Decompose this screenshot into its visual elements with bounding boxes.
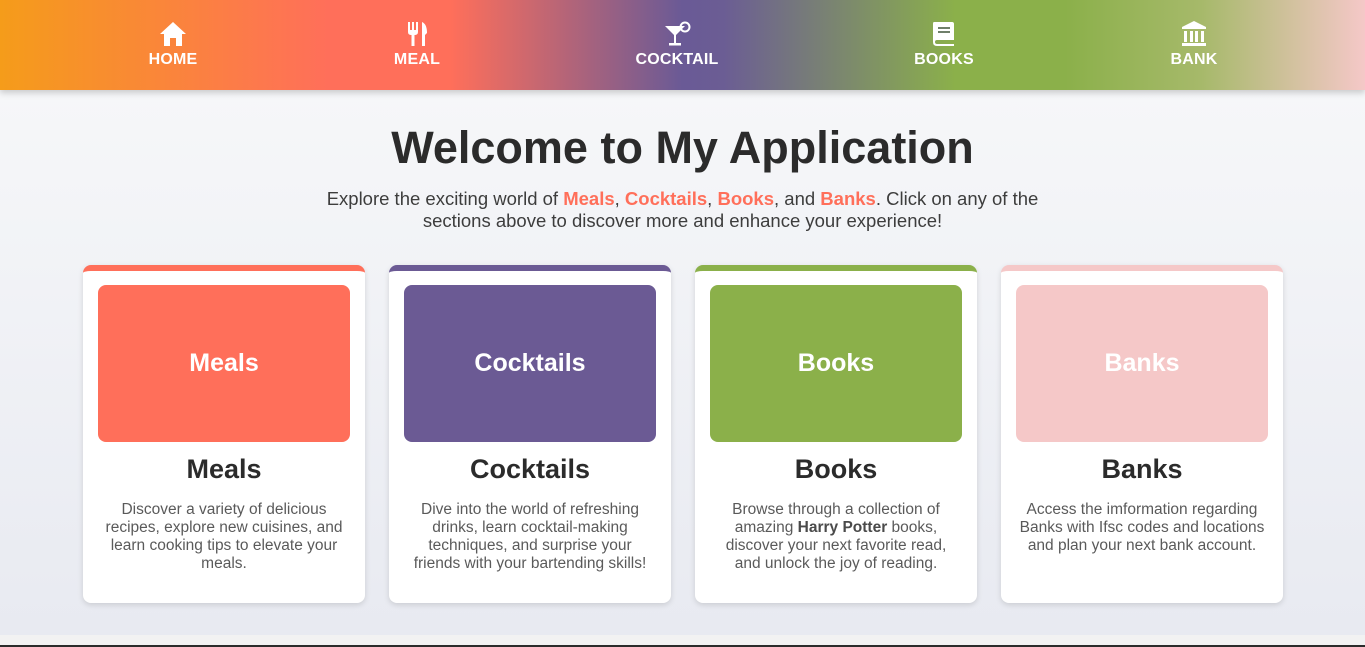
nav-home[interactable]: HOME — [103, 20, 243, 69]
page-title: Welcome to My Application — [391, 122, 974, 173]
card-title: Banks — [1101, 454, 1183, 484]
card-banner-banks: Banks — [1016, 285, 1268, 442]
card-banner-label: Books — [797, 349, 875, 377]
nav-bank[interactable]: BANK — [1124, 20, 1264, 69]
top-navbar: HOME MEAL COCKTAIL BOOKS BANK — [0, 0, 1365, 90]
bank-icon — [1182, 21, 1206, 46]
card-description: Dive into the world of refreshing drinks… — [413, 501, 647, 572]
intro-prefix: Explore the exciting world of — [326, 188, 564, 209]
card-banner-label: Cocktails — [474, 349, 586, 377]
card-banner-books: Books — [710, 285, 962, 442]
intro-text: Explore the exciting world of Meals, Coc… — [300, 188, 1065, 232]
card-banks[interactable]: Banks Banks Access the imformation regar… — [1001, 265, 1283, 603]
card-title: Meals — [186, 454, 262, 484]
card-title: Cocktails — [469, 454, 591, 484]
nav-meal-label: MEAL — [393, 51, 441, 68]
card-banner-cocktails: Cocktails — [404, 285, 656, 442]
card-meals[interactable]: Meals Meals Discover a variety of delici… — [83, 265, 365, 603]
card-cocktails[interactable]: Cocktails Cocktails Dive into the world … — [389, 265, 671, 603]
nav-bank-label: BANK — [1170, 51, 1218, 68]
intro-highlight-books: Books — [717, 188, 774, 209]
card-banner-label: Banks — [1104, 349, 1180, 377]
card-desc-bold: Harry Potter — [797, 519, 888, 536]
nav-meal[interactable]: MEAL — [347, 20, 487, 69]
nav-books[interactable]: BOOKS — [874, 20, 1014, 69]
book-icon — [933, 22, 954, 46]
nav-cocktail-label: COCKTAIL — [635, 51, 719, 68]
nav-cocktail[interactable]: COCKTAIL — [607, 20, 747, 69]
card-books[interactable]: Books Books Browse through a collection … — [695, 265, 977, 603]
home-icon — [160, 22, 186, 46]
intro-highlight-banks: Banks — [820, 188, 876, 209]
card-banner-meals: Meals — [98, 285, 350, 442]
card-description: Browse through a collection of amazing H… — [711, 501, 961, 573]
intro-highlight-meals: Meals — [563, 188, 615, 209]
intro-sep-2: , — [707, 188, 718, 209]
intro-sep-3: , and — [774, 188, 821, 209]
footer-strip — [0, 635, 1365, 647]
card-banner-label: Meals — [189, 349, 259, 377]
cocktail-icon — [665, 21, 691, 46]
utensils-icon — [408, 22, 427, 46]
intro-sep-1: , — [614, 188, 625, 209]
intro-highlight-cocktails: Cocktails — [624, 188, 708, 209]
nav-home-label: HOME — [148, 51, 198, 68]
card-description: Access the imformation regarding Banks w… — [1019, 501, 1265, 554]
nav-books-label: BOOKS — [914, 51, 974, 68]
card-title: Books — [794, 454, 878, 484]
main-content: Welcome to My Application Explore the ex… — [0, 90, 1365, 635]
card-description: Discover a variety of delicious recipes,… — [105, 501, 343, 572]
